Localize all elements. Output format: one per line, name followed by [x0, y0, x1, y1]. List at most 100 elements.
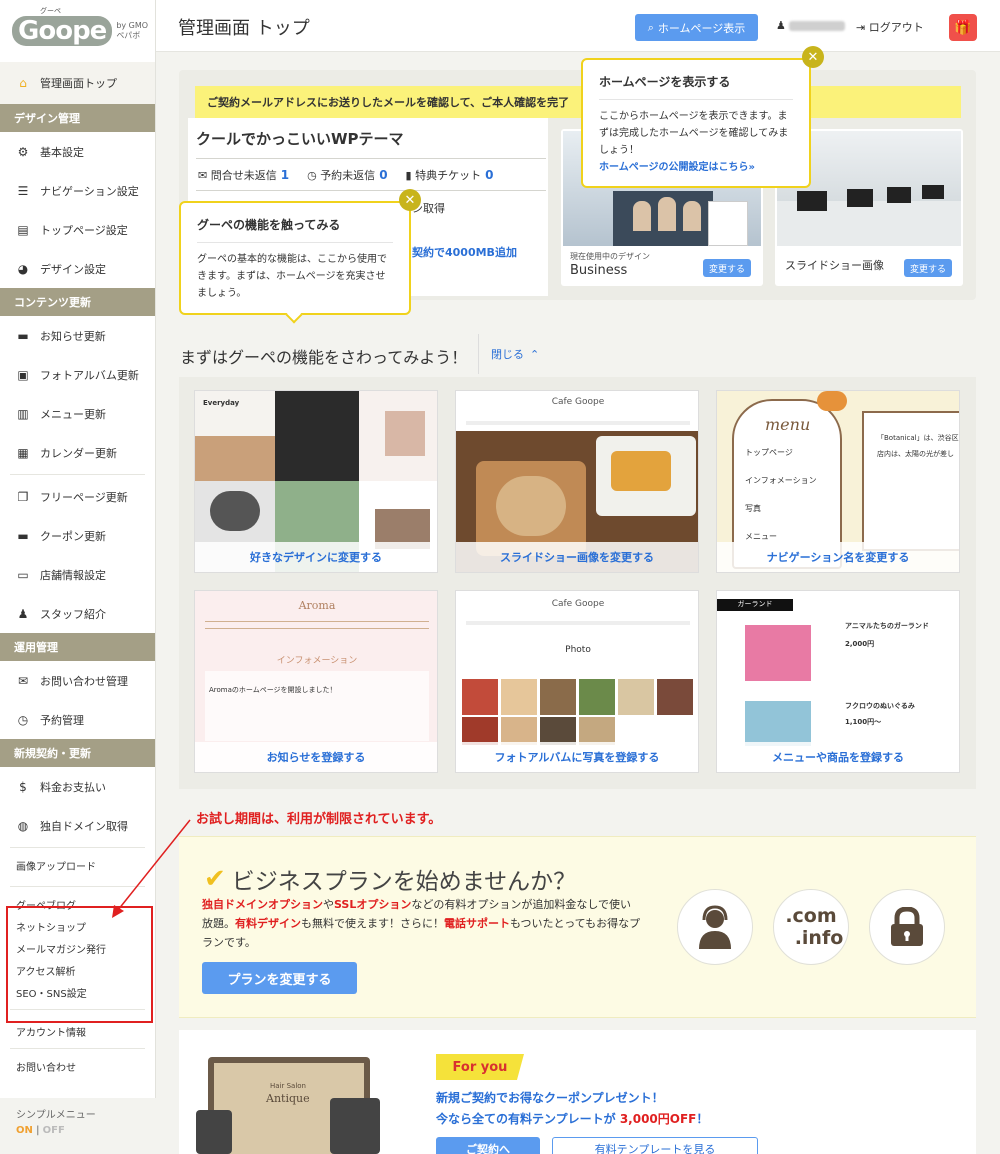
collapse-features-button[interactable]: 閉じる ⌃ — [478, 334, 539, 374]
sidebar-item-label: 独自ドメイン取得 — [40, 819, 128, 833]
close-icon[interactable]: ✕ — [399, 189, 421, 211]
user-account[interactable]: ♟ — [776, 19, 846, 32]
header: 管理画面 トップ ⌕ ホームページ表示 ♟ ⇥ ログアウト 🎁 — [156, 0, 1000, 52]
pages-icon: ❐ — [17, 489, 29, 504]
restriction-highlight-box — [6, 906, 153, 1023]
sidebar-item-label: 店舗情報設定 — [40, 568, 106, 582]
homepage-tooltip: ホームページを表示する ここからホームページを表示できます。まずは完成したホーム… — [581, 58, 811, 188]
sidebar-item-design[interactable]: ◕ デザイン設定 — [0, 249, 155, 288]
search-icon: ⌕ — [647, 20, 654, 34]
feature-label: お知らせを登録する — [195, 742, 437, 772]
feature-card-navigation[interactable]: menu トップページ インフォメーション 写真 メニュー 「Botanical… — [716, 390, 960, 573]
feature-card-design[interactable]: Everyday 好きなデザインに変更する — [194, 390, 438, 573]
tooltip-title: グーペの機能を触ってみる — [197, 217, 393, 243]
sidebar-link-image-upload[interactable]: 画像アップロード — [0, 850, 155, 880]
text: も無料で使えます！さらに！ — [301, 917, 444, 930]
feature-label: ナビゲーション名を変更する — [717, 542, 959, 572]
cafe-title: Cafe Goope — [551, 599, 605, 609]
domain-icon: .com .info — [773, 889, 849, 965]
sidebar-link-contact[interactable]: お問い合わせ — [0, 1051, 155, 1081]
publish-settings-link[interactable]: ホームページの公開設定はこちら» — [599, 159, 793, 176]
username-blurred — [789, 21, 846, 31]
check-icon: ✔ — [204, 864, 226, 894]
garland-title: アニマルたちのガーランド — [845, 622, 929, 630]
section-design: デザイン管理 — [0, 104, 155, 132]
gift-icon: 🎁 — [954, 19, 972, 36]
garland-header: ガーランド — [717, 599, 793, 611]
sidebar-item-label: 予約管理 — [40, 713, 84, 727]
coupon-promo-text: 新規ご契約でお得なクーポンプレゼント！ 今なら全ての有料テンプレートが 3,00… — [436, 1088, 708, 1130]
sidebar-item-news[interactable]: ▬ お知らせ更新 — [0, 316, 155, 355]
garland-price: 2,000円 — [845, 640, 875, 648]
logout-label: ログアウト — [868, 21, 924, 34]
sidebar-item-payment[interactable]: $ 料金お支払い — [0, 767, 155, 806]
stat-ticket-value: 0 — [485, 168, 494, 182]
sidebar-item-home[interactable]: ⌂ 管理画面トップ — [0, 62, 155, 104]
view-homepage-button[interactable]: ⌕ ホームページ表示 — [635, 14, 758, 41]
owl-title: フクロウのぬいぐるみ — [845, 702, 915, 710]
logout-link[interactable]: ⇥ ログアウト — [856, 19, 924, 35]
sidebar-item-calendar[interactable]: ▦ カレンダー更新 — [0, 433, 155, 472]
feature-card-photo[interactable]: Cafe Goope Photo フォトアルバムに写真を登録する — [455, 590, 699, 773]
sidebar-item-navigation[interactable]: ☰ ナビゲーション設定 — [0, 171, 155, 210]
stat-inquiry-label: 問合せ未返信 — [210, 169, 277, 182]
close-icon[interactable]: ✕ — [802, 46, 824, 68]
section-content: コンテンツ更新 — [0, 288, 155, 316]
user-icon: ♟ — [776, 19, 786, 32]
feature-label: フォトアルバムに写真を登録する — [456, 742, 698, 772]
cafe-title: Cafe Goope — [551, 397, 605, 407]
gift-button[interactable]: 🎁 — [949, 14, 977, 41]
change-slideshow-button[interactable]: 変更する — [904, 259, 952, 277]
stat-reserve[interactable]: ◷ 予約未返信 0 — [307, 167, 387, 183]
timer-icon: ◷ — [307, 169, 317, 182]
sidebar-item-photo[interactable]: ▣ フォトアルバム更新 — [0, 355, 155, 394]
feature-label: メニューや商品を登録する — [717, 742, 959, 772]
features-heading: まずはグーペの機能をさわってみよう！ — [180, 348, 468, 367]
features-tooltip: グーペの機能を触ってみる グーペの基本的な機能は、ここから使用できます。まずは、… — [179, 201, 411, 315]
change-plan-button[interactable]: プランを変更する — [202, 962, 357, 994]
sidebar-item-domain[interactable]: ◍ 独自ドメイン取得 — [0, 806, 155, 845]
sidebar-item-menu[interactable]: ▥ メニュー更新 — [0, 394, 155, 433]
aroma-news-text: Aromaのホームページを開設しました！ — [209, 686, 337, 694]
highlight-domain: 独自ドメインオプション — [202, 898, 323, 911]
business-plan-title-text: ビジネスプランを始めませんか？ — [231, 869, 577, 895]
sidebar-item-reserve[interactable]: ◷ 予約管理 — [0, 700, 155, 739]
stat-inquiry[interactable]: ✉ 問合せ未返信 1 — [198, 167, 289, 183]
feature-card-products[interactable]: ガーランド アニマルたちのガーランド 2,000円 フクロウのぬいぐるみ 1,1… — [716, 590, 960, 773]
feature-card-news[interactable]: Aroma インフォメーション Aromaのホームページを開設しました！ お知ら… — [194, 590, 438, 773]
speech-bubble-icon: ▬ — [17, 328, 29, 343]
sidebar-item-free[interactable]: ❐ フリーページ更新 — [0, 477, 155, 516]
sidebar-item-label: スタッフ紹介 — [40, 607, 106, 621]
promo-line-2: 今なら全ての有料テンプレートが 3,000円OFF！ — [436, 1109, 708, 1130]
sidebar-item-toppage[interactable]: ▤ トップページ設定 — [0, 210, 155, 249]
section-contract: 新規契約・更新 — [0, 739, 155, 767]
divider — [10, 847, 145, 848]
logo[interactable]: グーペ Goope by GMOペパボ — [0, 0, 155, 62]
feature-label: スライドショー画像を変更する — [456, 542, 698, 572]
simple-menu-on[interactable]: ON — [16, 1125, 33, 1136]
simple-menu-off[interactable]: OFF — [43, 1125, 65, 1136]
storage-partial-link[interactable]: 契約で4000MB追加 — [412, 244, 517, 260]
change-design-button[interactable]: 変更する — [703, 259, 751, 277]
sidebar-item-inquiry[interactable]: ✉ お問い合わせ管理 — [0, 661, 155, 700]
sidebar-item-label: 基本設定 — [40, 145, 84, 159]
sidebar-item-basic[interactable]: ⚙ 基本設定 — [0, 132, 155, 171]
sidebar-item-label: フリーページ更新 — [40, 490, 128, 504]
lock-icon — [869, 889, 945, 965]
sidebar-item-label: お問い合わせ管理 — [40, 674, 128, 688]
feature-card-slideshow[interactable]: Cafe Goope スライドショー画像を変更する — [455, 390, 699, 573]
contract-button[interactable]: ご契約へ — [436, 1137, 540, 1154]
simple-menu-toggle: シンプルメニュー ON | OFF — [0, 1098, 156, 1154]
sidebar-item-staff[interactable]: ♟ スタッフ紹介 — [0, 594, 155, 633]
nav-item: メニュー — [745, 532, 777, 541]
view-paid-templates-button[interactable]: 有料テンプレートを見る — [552, 1137, 758, 1154]
simple-menu-label: シンプルメニュー — [16, 1110, 96, 1121]
tooltip-body: ここからホームページを表示できます。まずは完成したホームページを確認してみましょ… — [599, 111, 789, 156]
sidebar-item-coupon[interactable]: ▬ クーポン更新 — [0, 516, 155, 555]
divider — [10, 474, 145, 475]
sidebar-item-shop[interactable]: ▭ 店舗情報設定 — [0, 555, 155, 594]
stat-ticket[interactable]: ▮ 特典チケット 0 — [406, 167, 494, 183]
highlight-ssl: SSLオプション — [334, 898, 412, 911]
site-stats: ✉ 問合せ未返信 1 ◷ 予約未返信 0 ▮ 特典チケット 0 — [198, 167, 493, 183]
text: 今なら全ての有料テンプレートが — [436, 1112, 620, 1126]
